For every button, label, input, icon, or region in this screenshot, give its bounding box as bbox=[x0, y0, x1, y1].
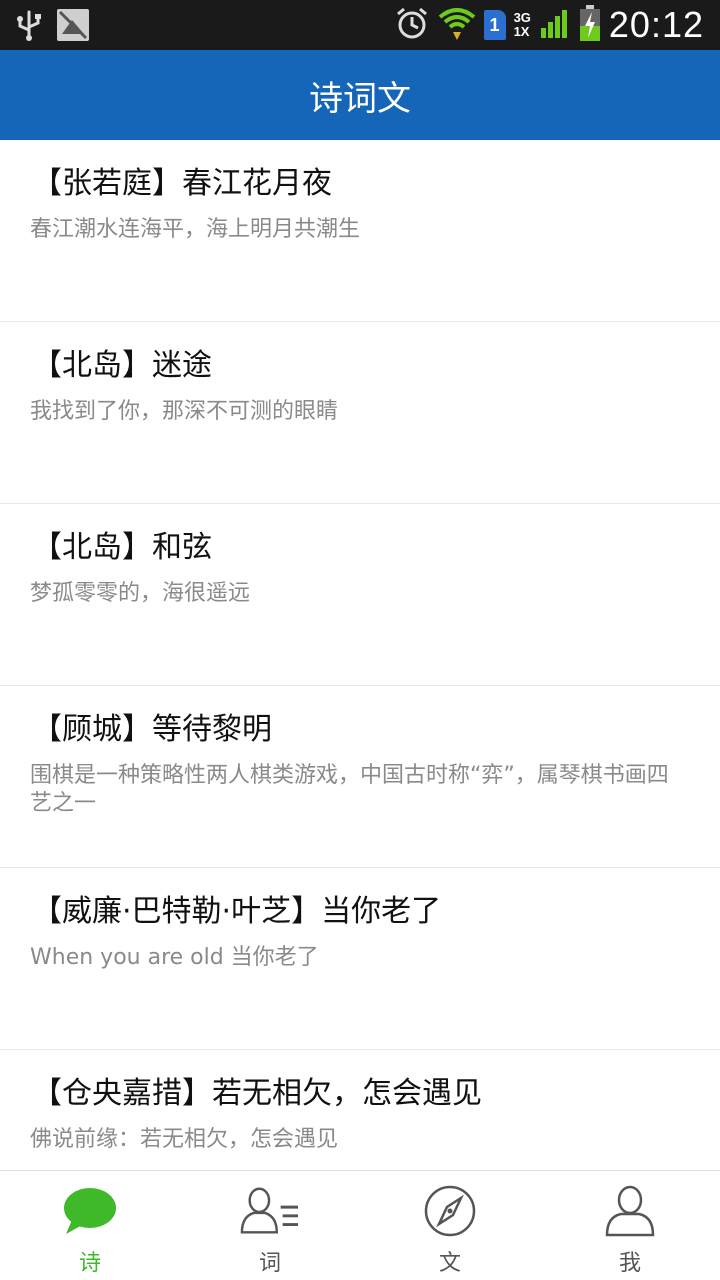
network-type-top: 3G bbox=[513, 10, 531, 25]
status-bar: 1 3G 1X 20:12 bbox=[0, 0, 720, 50]
clock: 20:12 bbox=[608, 4, 704, 45]
usb-icon bbox=[16, 8, 42, 46]
list-item[interactable]: 【北岛】和弦 梦孤零零的，海很遥远 bbox=[0, 504, 720, 686]
battery-charging-icon bbox=[579, 4, 601, 46]
person-icon bbox=[600, 1183, 660, 1239]
list-item-desc: 佛说前缘：若无相欠，怎会遇见 bbox=[30, 1127, 339, 1152]
tab-wen[interactable]: 文 bbox=[360, 1171, 540, 1280]
list-item-title: 【顾城】等待黎明 bbox=[32, 712, 272, 747]
app-bar: 诗词文 bbox=[0, 50, 720, 140]
sim-slot-icon: 1 bbox=[483, 10, 506, 40]
list-item-desc: When you are old 当你老了 bbox=[30, 945, 319, 970]
page-title: 诗词文 bbox=[309, 78, 411, 119]
tab-me-label: 我 bbox=[618, 1251, 641, 1276]
list-item[interactable]: 【张若庭】春江花月夜 春江潮水连海平，海上明月共潮生 bbox=[0, 140, 720, 322]
list-item[interactable]: 【仓央嘉措】若无相欠，怎会遇见 佛说前缘：若无相欠，怎会遇见 bbox=[0, 1050, 720, 1170]
contacts-list-icon bbox=[240, 1183, 300, 1239]
list-item-title: 【北岛】迷途 bbox=[32, 348, 212, 383]
list-item-title: 【威廉·巴特勒·叶芝】当你老了 bbox=[32, 894, 442, 929]
poem-list: 【张若庭】春江花月夜 春江潮水连海平，海上明月共潮生 【北岛】迷途 我找到了你，… bbox=[0, 140, 720, 1170]
tab-ci[interactable]: 词 bbox=[180, 1171, 360, 1280]
list-item-desc: 我找到了你，那深不可测的眼睛 bbox=[30, 399, 339, 424]
signal-icon bbox=[539, 6, 571, 44]
list-item-title: 【北岛】和弦 bbox=[32, 530, 212, 565]
list-item[interactable]: 【威廉·巴特勒·叶芝】当你老了 When you are old 当你老了 bbox=[0, 868, 720, 1050]
list-item-desc: 围棋是一种策略性两人棋类游戏，中国古时称“弈”，属琴棋书画四艺之一 bbox=[30, 763, 669, 816]
list-item-title: 【张若庭】春江花月夜 bbox=[32, 166, 332, 201]
bottom-nav: 诗 词 文 我 bbox=[0, 1170, 720, 1280]
list-item[interactable]: 【顾城】等待黎明 围棋是一种策略性两人棋类游戏，中国古时称“弈”，属琴棋书画四艺… bbox=[0, 686, 720, 868]
list-item-title: 【仓央嘉措】若无相欠，怎会遇见 bbox=[32, 1076, 482, 1111]
alarm-icon bbox=[394, 5, 430, 45]
compass-icon bbox=[420, 1183, 480, 1239]
tab-ci-label: 词 bbox=[258, 1251, 281, 1276]
network-type-bottom: 1X bbox=[513, 24, 530, 39]
network-type: 3G 1X bbox=[514, 11, 531, 39]
list-item-desc: 梦孤零零的，海很遥远 bbox=[30, 581, 251, 606]
image-notification-icon bbox=[56, 8, 90, 46]
tab-me[interactable]: 我 bbox=[540, 1171, 720, 1280]
wifi-icon bbox=[438, 5, 476, 45]
chat-bubble-icon bbox=[60, 1183, 120, 1239]
list-item-desc: 春江潮水连海平，海上明月共潮生 bbox=[30, 217, 361, 242]
list-item[interactable]: 【北岛】迷途 我找到了你，那深不可测的眼睛 bbox=[0, 322, 720, 504]
tab-wen-label: 文 bbox=[438, 1251, 461, 1276]
tab-poem[interactable]: 诗 bbox=[0, 1171, 180, 1280]
tab-poem-label: 诗 bbox=[78, 1251, 101, 1276]
